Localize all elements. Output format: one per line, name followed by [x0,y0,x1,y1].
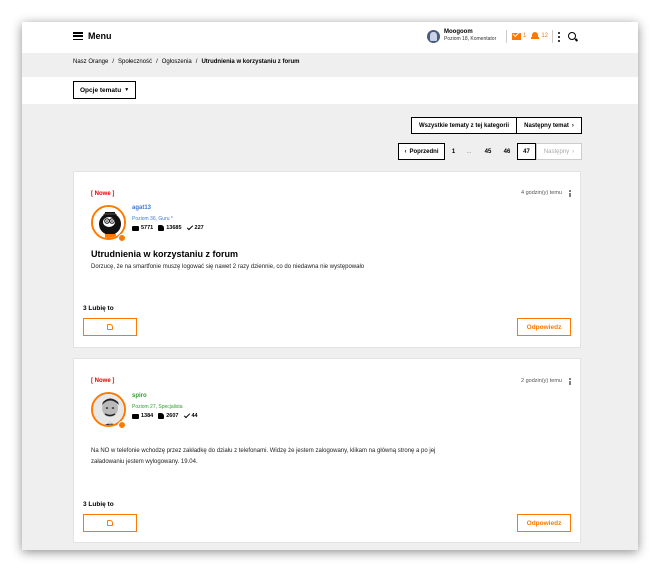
likes-label: 3 Lubię to [83,305,114,312]
author-rank: Poziom 27, Specjalista [132,404,183,410]
message-icon [132,225,139,231]
message-count: 5771 [141,225,154,231]
browser-window: Menu Moogoom Poziom 18, Komentator 1 1 2 … [22,22,638,550]
breadcrumb-item[interactable]: Ogłoszenia [162,59,192,65]
user-profile[interactable]: Moogoom Poziom 18, Komentator [427,29,496,43]
solutions-count: 44 [191,413,198,419]
notification-count: 12 [541,33,549,39]
page-link[interactable]: 46 [498,143,516,160]
chevron-right-icon: › [571,122,574,129]
rank-badge [118,234,126,242]
user-name: Moogoom [444,29,473,35]
reply-button[interactable]: Odpowiedz [517,318,571,336]
like-button[interactable] [83,318,137,336]
author-rank: Poziom 36, Guru * [132,216,173,222]
post-body: Na NO w telefonie wchodzę przez zakładkę… [91,448,436,465]
likes-label: 3 Lubię to [83,501,114,508]
post-menu-icon[interactable] [569,378,571,385]
notifications[interactable]: 1 12 [512,32,548,40]
menu-label: Menu [88,31,112,41]
chevron-right-icon: › [572,148,575,155]
like-button[interactable] [83,514,137,532]
author-stats: 5771 13685 227 [132,223,204,231]
mail-count: 1 [523,33,527,39]
breadcrumb-current: Utrudnienia w korzystaniu z forum [201,59,300,65]
top-bar: Menu Moogoom Poziom 18, Komentator 1 12 [22,22,638,53]
post-title: Utrudnienia w korzystaniu z forum [91,249,239,259]
page-link[interactable]: 45 [479,143,497,160]
post-time: 4 godzin(y) temu [521,190,562,196]
thumbs-up-icon [107,324,113,330]
new-tag: [ Nowe ] [91,378,115,384]
all-topics-button[interactable]: Wszystkie tematy z tej kategorii [411,117,517,134]
message-count: 1384 [141,413,154,419]
divider [506,30,507,43]
new-tag: [ Nowe ] [91,191,115,197]
post-time: 2 godzin(y) temu [521,378,562,384]
thumbs-up-icon [158,413,165,419]
topic-options-label: Opcje tematu [80,86,122,94]
topic-options-button[interactable]: Opcje tematu ▼ [73,81,137,99]
hamburger-icon [73,32,83,40]
page-link[interactable]: 1 [447,143,460,160]
mail-icon[interactable] [512,32,521,40]
caret-down-icon: ▼ [124,87,130,93]
all-topics-label: Wszystkie tematy z tej kategorii [418,122,510,129]
bell-icon[interactable] [531,32,540,40]
page-ellipsis: ... [466,148,472,155]
post-card: [ Nowe ] 2 godzin(y) temu spiro Poziom 2… [73,358,581,543]
likes-count: 13685 [166,225,182,231]
thumbs-up-icon [107,520,113,526]
previous-label: Poprzedni [409,148,439,155]
author-stats: 1384 2607 44 [132,411,198,419]
post-card: [ Nowe ] 4 godzin(y) temu agat13 Poziom … [73,171,581,348]
author-name[interactable]: spiro [132,393,147,399]
next-label: Następny [543,148,570,155]
message-icon [132,413,139,419]
breadcrumb-item[interactable]: Nasz Orange [73,59,108,65]
post-body: Dorzucę, że na smartfonie muszę logować … [91,264,365,270]
breadcrumb-item[interactable]: Społeczność [118,59,152,65]
reply-button[interactable]: Odpowiedz [517,514,571,532]
breadcrumb: Nasz Orange / Społeczność / Ogłoszenia /… [73,59,300,65]
options-bar: Opcje tematu ▼ [22,77,638,104]
next-page-button: Następny › [536,143,582,160]
current-page[interactable]: 47 [517,143,536,160]
next-topic-label: Następny temat [524,122,569,129]
chevron-left-icon: ‹ [404,148,407,155]
solutions-count: 227 [194,225,204,231]
previous-page-button[interactable]: ‹ Poprzedni [398,143,445,160]
more-menu-icon[interactable] [558,32,561,42]
rank-badge [118,421,126,429]
check-icon [186,223,193,230]
check-icon [183,411,190,418]
next-topic-button[interactable]: Następny temat › [516,117,582,134]
likes-count: 2607 [166,413,179,419]
user-rank: Poziom 18, Komentator [444,36,497,42]
post-menu-icon[interactable] [569,190,571,197]
user-avatar [427,29,440,43]
menu-button[interactable]: Menu [73,31,112,41]
author-name[interactable]: agat13 [132,205,151,211]
search-icon[interactable] [568,32,576,40]
thumbs-up-icon [158,225,165,231]
divider [552,30,553,43]
